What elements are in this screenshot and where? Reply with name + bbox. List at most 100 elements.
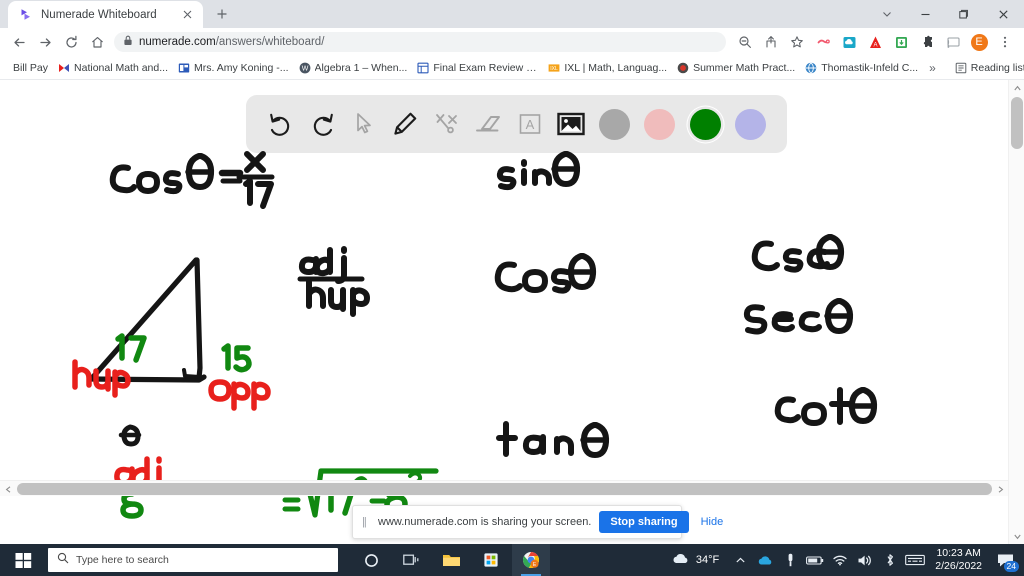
numerade-logo-icon [19,7,34,22]
close-icon[interactable] [982,0,1024,28]
system-tray: 34°F 10:23 AM 2/26/2022 24 [667,544,1024,576]
keyboard-layout-icon[interactable] [903,544,927,576]
chevron-down-icon[interactable] [868,0,906,28]
chrome-icon[interactable]: E [512,544,550,576]
avatar-initial: E [970,33,988,51]
profile-avatar[interactable]: E [967,30,991,54]
clock-time: 10:23 AM [936,547,981,559]
whiteboard-canvas[interactable]: A || www.numerade.com is sharing your sc… [0,80,1008,539]
screen-share-message: www.numerade.com is sharing your screen. [378,516,592,528]
volume-icon[interactable] [853,544,877,576]
onedrive-extension-icon[interactable] [837,30,861,54]
browser-actions: A E [732,30,1018,54]
bookmark-star-icon[interactable] [785,30,809,54]
adobe-acrobat-extension-icon[interactable]: A [863,30,887,54]
save-to-google-drive-extension-icon[interactable] [889,30,913,54]
scroll-right-arrow-icon[interactable] [992,481,1008,497]
show-hidden-icons-chevron[interactable] [728,544,752,576]
windows-taskbar: Type here to search E 34°F 10:23 AM 2/26… [0,544,1024,576]
bookmark-bill-pay[interactable]: Bill Pay [8,60,53,76]
new-tab-button[interactable] [209,1,235,27]
bookmark-label: Thomastik-Infeld C... [821,61,919,74]
handwriting-ink-layer [72,151,878,519]
horizontal-scrollbar-thumb[interactable] [17,483,992,495]
windows-start-icon[interactable] [0,544,46,576]
ink-ratio-sec [743,298,854,335]
bookmark-summer-math-practice[interactable]: Summer Math Pract... [672,60,800,76]
extensions-puzzle-icon[interactable] [915,30,939,54]
close-icon[interactable] [179,7,195,23]
reading-list-icon [955,62,967,74]
three-dot-menu-icon[interactable] [993,30,1017,54]
wordpress-icon: W [299,62,311,74]
bookmark-algebra-1[interactable]: W Algebra 1 – When... [294,60,413,76]
stop-sharing-button[interactable]: Stop sharing [599,511,689,533]
vertical-scrollbar[interactable] [1008,80,1024,544]
cortana-icon[interactable] [352,544,390,576]
bookmark-national-math[interactable]: National Math and... [53,60,173,76]
browser-window: Numerade Whiteboard numerade.com/answers… [0,0,1024,576]
drag-handle-icon[interactable]: || [362,516,370,528]
action-center-icon[interactable]: 24 [990,544,1020,576]
screen-share-notification: || www.numerade.com is sharing your scre… [352,505,723,539]
bookmark-final-exam-review[interactable]: Final Exam Review -... [412,60,543,76]
bookmarks-bar: Bill Pay National Math and... Mrs. Amy K… [0,56,1024,80]
home-icon[interactable] [84,29,110,55]
task-view-icon[interactable] [392,544,430,576]
address-bar[interactable]: numerade.com/answers/whiteboard/ [114,32,726,52]
battery-icon[interactable] [803,544,827,576]
file-explorer-icon[interactable] [432,544,470,576]
cast-icon[interactable] [941,30,965,54]
blackboard-icon [178,62,190,74]
honey-extension-icon[interactable] [811,30,835,54]
bookmark-label: National Math and... [74,61,168,74]
taskbar-weather[interactable]: 34°F [667,552,727,568]
bookmark-thomastik-infeld[interactable]: Thomastik-Infeld C... [800,60,923,76]
maximize-icon[interactable] [944,0,982,28]
ixl-icon: IXL [548,62,560,74]
bookmark-mrs-amy-koning[interactable]: Mrs. Amy Koning -... [173,60,294,76]
document-icon [417,62,429,74]
horizontal-scrollbar[interactable] [0,480,1008,496]
wifi-icon[interactable] [828,544,852,576]
ink-ratio-sin [496,151,581,191]
zoom-out-icon[interactable] [733,30,757,54]
share-icon[interactable] [759,30,783,54]
browser-tab-numerade-whiteboard[interactable]: Numerade Whiteboard [8,1,203,28]
onedrive-icon[interactable] [753,544,777,576]
bookmark-label: Mrs. Amy Koning -... [194,61,289,74]
taskbar-search-input[interactable]: Type here to search [48,548,338,572]
microsoft-store-icon[interactable] [472,544,510,576]
scroll-up-arrow-icon[interactable] [1009,80,1024,96]
hide-button[interactable]: Hide [697,516,728,528]
clock-date: 2/26/2022 [935,560,982,572]
ink-triangle-angle-theta [118,424,142,447]
window-controls [868,0,1024,28]
scroll-down-arrow-icon[interactable] [1009,528,1024,544]
usb-device-icon[interactable] [778,544,802,576]
ink-ratio-cot [774,387,878,426]
svg-text:IXL: IXL [551,66,559,72]
reload-icon[interactable] [58,29,84,55]
back-arrow-icon[interactable] [6,29,32,55]
forward-arrow-icon[interactable] [32,29,58,55]
bluetooth-icon[interactable] [878,544,902,576]
taskbar-search-placeholder: Type here to search [76,554,169,566]
temperature-label: 34°F [695,554,720,566]
ink-ratio-csc [751,234,845,273]
vertical-scrollbar-thumb[interactable] [1011,97,1023,149]
reading-list-button[interactable]: Reading list [950,60,1024,76]
ink-triangle [87,257,207,383]
url-text: numerade.com/answers/whiteboard/ [139,36,325,48]
web-page-content: A || www.numerade.com is sharing your sc… [0,80,1024,544]
ink-cos-equation [109,151,275,209]
reading-list-label: Reading list [970,61,1024,74]
cloud-icon [671,552,690,568]
lock-icon [123,33,133,51]
bookmarks-overflow-button[interactable]: » [923,61,942,75]
taskbar-clock[interactable]: 10:23 AM 2/26/2022 [928,547,989,573]
minimize-icon[interactable] [906,0,944,28]
scroll-left-arrow-icon[interactable] [0,481,16,497]
bookmark-ixl[interactable]: IXL IXL | Math, Languag... [543,60,672,76]
search-icon [57,551,69,569]
